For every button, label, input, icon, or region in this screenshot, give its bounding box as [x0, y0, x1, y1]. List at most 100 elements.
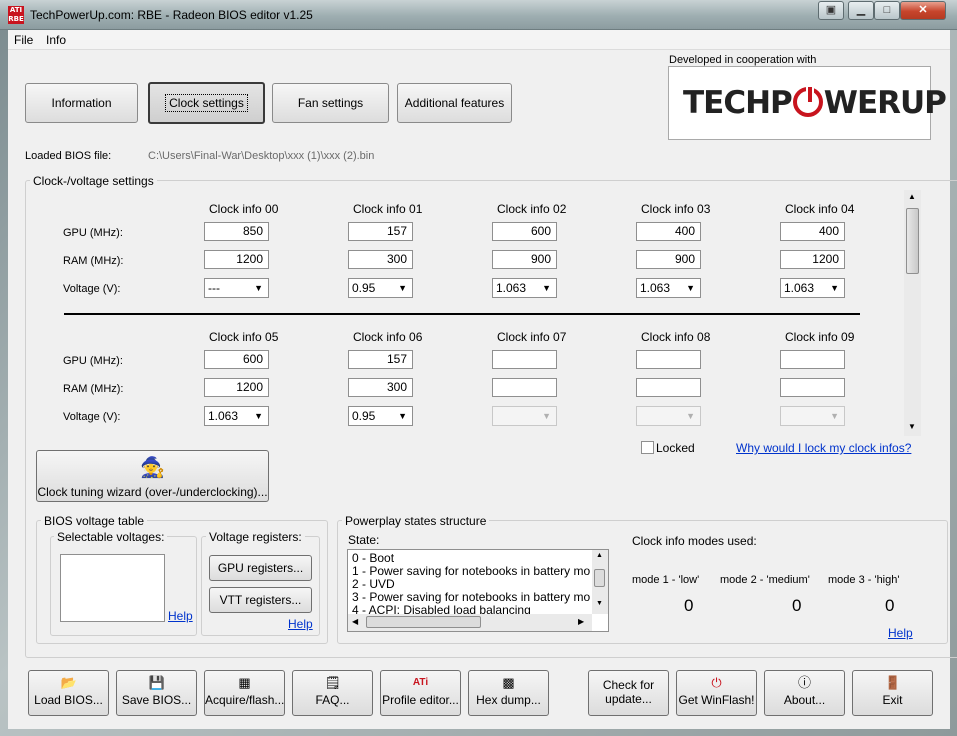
gpu-clock-input[interactable] — [780, 350, 845, 369]
scroll-left-icon[interactable]: ◀ — [352, 617, 358, 626]
tab-fan-settings[interactable]: Fan settings — [272, 83, 389, 123]
get-winflash-button[interactable]: ⏻ Get WinFlash! — [676, 670, 757, 716]
hex-icon: ▩ — [502, 675, 515, 690]
tab-label: Information — [51, 96, 112, 110]
window-title: TechPowerUp.com: RBE - Radeon BIOS edito… — [30, 8, 313, 22]
ram-clock-input[interactable]: 900 — [492, 250, 557, 269]
clock-info-header: Clock info 00 — [209, 202, 279, 216]
clock-info-header: Clock info 06 — [353, 330, 423, 344]
scroll-up-icon[interactable]: ▲ — [908, 192, 916, 201]
gpu-registers-button[interactable]: GPU registers... — [209, 555, 312, 581]
exit-button[interactable]: 🚪 Exit — [852, 670, 933, 716]
selectable-voltages-list[interactable] — [60, 554, 165, 622]
scroll-down-icon[interactable]: ▼ — [596, 600, 603, 607]
selectable-voltages-label: Selectable voltages: — [54, 530, 168, 544]
ram-clock-input[interactable]: 1200 — [204, 378, 269, 397]
ram-clock-input[interactable] — [780, 378, 845, 397]
scroll-up-icon[interactable]: ▲ — [596, 552, 603, 559]
menu-file[interactable]: File — [14, 33, 33, 47]
ram-clock-input[interactable] — [492, 378, 557, 397]
tab-additional-features[interactable]: Additional features — [397, 83, 512, 123]
states-vscrollbar[interactable]: ▲ ▼ — [592, 550, 608, 614]
check-for-update-button[interactable]: Check for update... — [588, 670, 669, 716]
window-icon[interactable]: ▣ — [818, 1, 844, 20]
mode1-label: mode 1 - 'low' — [632, 574, 700, 586]
ram-clock-input[interactable]: 300 — [348, 378, 413, 397]
powerplay-help-link[interactable]: Help — [888, 626, 913, 640]
gpu-clock-input[interactable] — [492, 350, 557, 369]
tab-clock-settings[interactable]: Clock settings — [148, 82, 265, 124]
acquire-flash-button[interactable]: ▦ Acquire/flash... — [204, 670, 285, 716]
tab-label: Additional features — [404, 96, 505, 110]
wizard-icon: 🧙 — [140, 457, 165, 479]
maximize-icon[interactable]: □ — [874, 1, 900, 20]
minimize-icon[interactable]: ▁ — [848, 1, 874, 20]
gpu-clock-input[interactable]: 850 — [204, 222, 269, 241]
voltage-select[interactable]: ▼ — [636, 406, 701, 426]
mode1-value: 0 — [684, 596, 694, 615]
vtt-registers-button[interactable]: VTT registers... — [209, 587, 312, 613]
exit-icon: 🚪 — [884, 675, 901, 690]
scroll-thumb[interactable] — [366, 616, 481, 628]
ram-clock-input[interactable]: 1200 — [204, 250, 269, 269]
voltage-select[interactable]: ▼ — [780, 406, 845, 426]
states-items: 0 - Boot 1 - Power saving for notebooks i… — [352, 552, 590, 617]
ram-clock-input[interactable]: 1200 — [780, 250, 845, 269]
voltage-select[interactable]: 0.95 ▼ — [348, 406, 413, 426]
scroll-down-icon[interactable]: ▼ — [908, 422, 916, 431]
voltage-select[interactable]: 0.95 ▼ — [348, 278, 413, 298]
clock-info-header: Clock info 02 — [497, 202, 567, 216]
clock-info-header: Clock info 04 — [785, 202, 855, 216]
mode2-value: 0 — [792, 596, 802, 615]
techpowerup-logo[interactable]: TECHP WERUP — [668, 66, 947, 140]
gpu-clock-input[interactable] — [636, 350, 701, 369]
voltage-select[interactable]: ▼ — [492, 406, 557, 426]
states-hscrollbar[interactable]: ◀ ▶ — [348, 614, 592, 631]
voltage-select[interactable]: 1.063 ▼ — [780, 278, 845, 298]
close-icon[interactable]: ✕ — [900, 1, 946, 20]
menu-info[interactable]: Info — [46, 33, 66, 47]
modes-label: Clock info modes used: — [632, 534, 757, 548]
about-button[interactable]: ⓘ About... — [764, 670, 845, 716]
gpu-clock-input[interactable]: 400 — [636, 222, 701, 241]
gpu-clock-input[interactable]: 600 — [492, 222, 557, 241]
voltage-select[interactable]: --- ▼ — [204, 278, 269, 298]
registers-help-link[interactable]: Help — [288, 617, 313, 631]
gpu-clock-input[interactable]: 157 — [348, 222, 413, 241]
voltage-help-link[interactable]: Help — [168, 609, 193, 623]
wizard-label: Clock tuning wizard (over-/underclocking… — [37, 485, 268, 499]
ram-clock-input[interactable]: 300 — [348, 250, 413, 269]
button-label: Load BIOS... — [34, 693, 103, 707]
why-lock-link[interactable]: Why would I lock my clock infos? — [736, 441, 911, 455]
scroll-right-icon[interactable]: ▶ — [578, 617, 584, 626]
chip-icon: ▦ — [238, 675, 251, 690]
ram-clock-input[interactable]: 900 — [636, 250, 701, 269]
save-bios-button[interactable]: 💾 Save BIOS... — [116, 670, 197, 716]
dropdown-arrow-icon: ▼ — [398, 283, 407, 293]
ati-icon: ATi — [412, 677, 429, 688]
gpu-clock-input[interactable]: 600 — [204, 350, 269, 369]
locked-checkbox[interactable] — [641, 441, 654, 454]
scroll-thumb[interactable] — [594, 569, 605, 587]
hex-dump-button[interactable]: ▩ Hex dump... — [468, 670, 549, 716]
gpu-clock-input[interactable]: 157 — [348, 350, 413, 369]
clock-wizard-button[interactable]: 🧙 Clock tuning wizard (over-/underclocki… — [36, 450, 269, 502]
voltage-value: 1.063 — [784, 281, 815, 295]
gpu-clock-input[interactable]: 400 — [780, 222, 845, 241]
dropdown-arrow-icon: ▼ — [398, 411, 407, 421]
voltage-select[interactable]: 1.063 ▼ — [492, 278, 557, 298]
ram-clock-input[interactable] — [636, 378, 701, 397]
mode3-value: 0 — [885, 596, 895, 615]
powerplay-states-list[interactable]: 0 - Boot 1 - Power saving for notebooks i… — [347, 549, 609, 632]
gpu-row-label: GPU (MHz): — [63, 227, 123, 239]
voltage-select[interactable]: 1.063 ▼ — [204, 406, 269, 426]
tab-information[interactable]: Information — [25, 83, 138, 123]
voltage-select[interactable]: 1.063 ▼ — [636, 278, 701, 298]
cooperation-label: Developed in cooperation with — [669, 54, 817, 66]
profile-editor-button[interactable]: ATi Profile editor... — [380, 670, 461, 716]
faq-button[interactable]: 🗒 FAQ... — [292, 670, 373, 716]
scroll-thumb[interactable] — [906, 208, 919, 274]
dropdown-arrow-icon: ▼ — [542, 283, 551, 293]
clock-scrollbar[interactable]: ▲ ▼ — [904, 190, 921, 436]
load-bios-button[interactable]: 📂 Load BIOS... — [28, 670, 109, 716]
